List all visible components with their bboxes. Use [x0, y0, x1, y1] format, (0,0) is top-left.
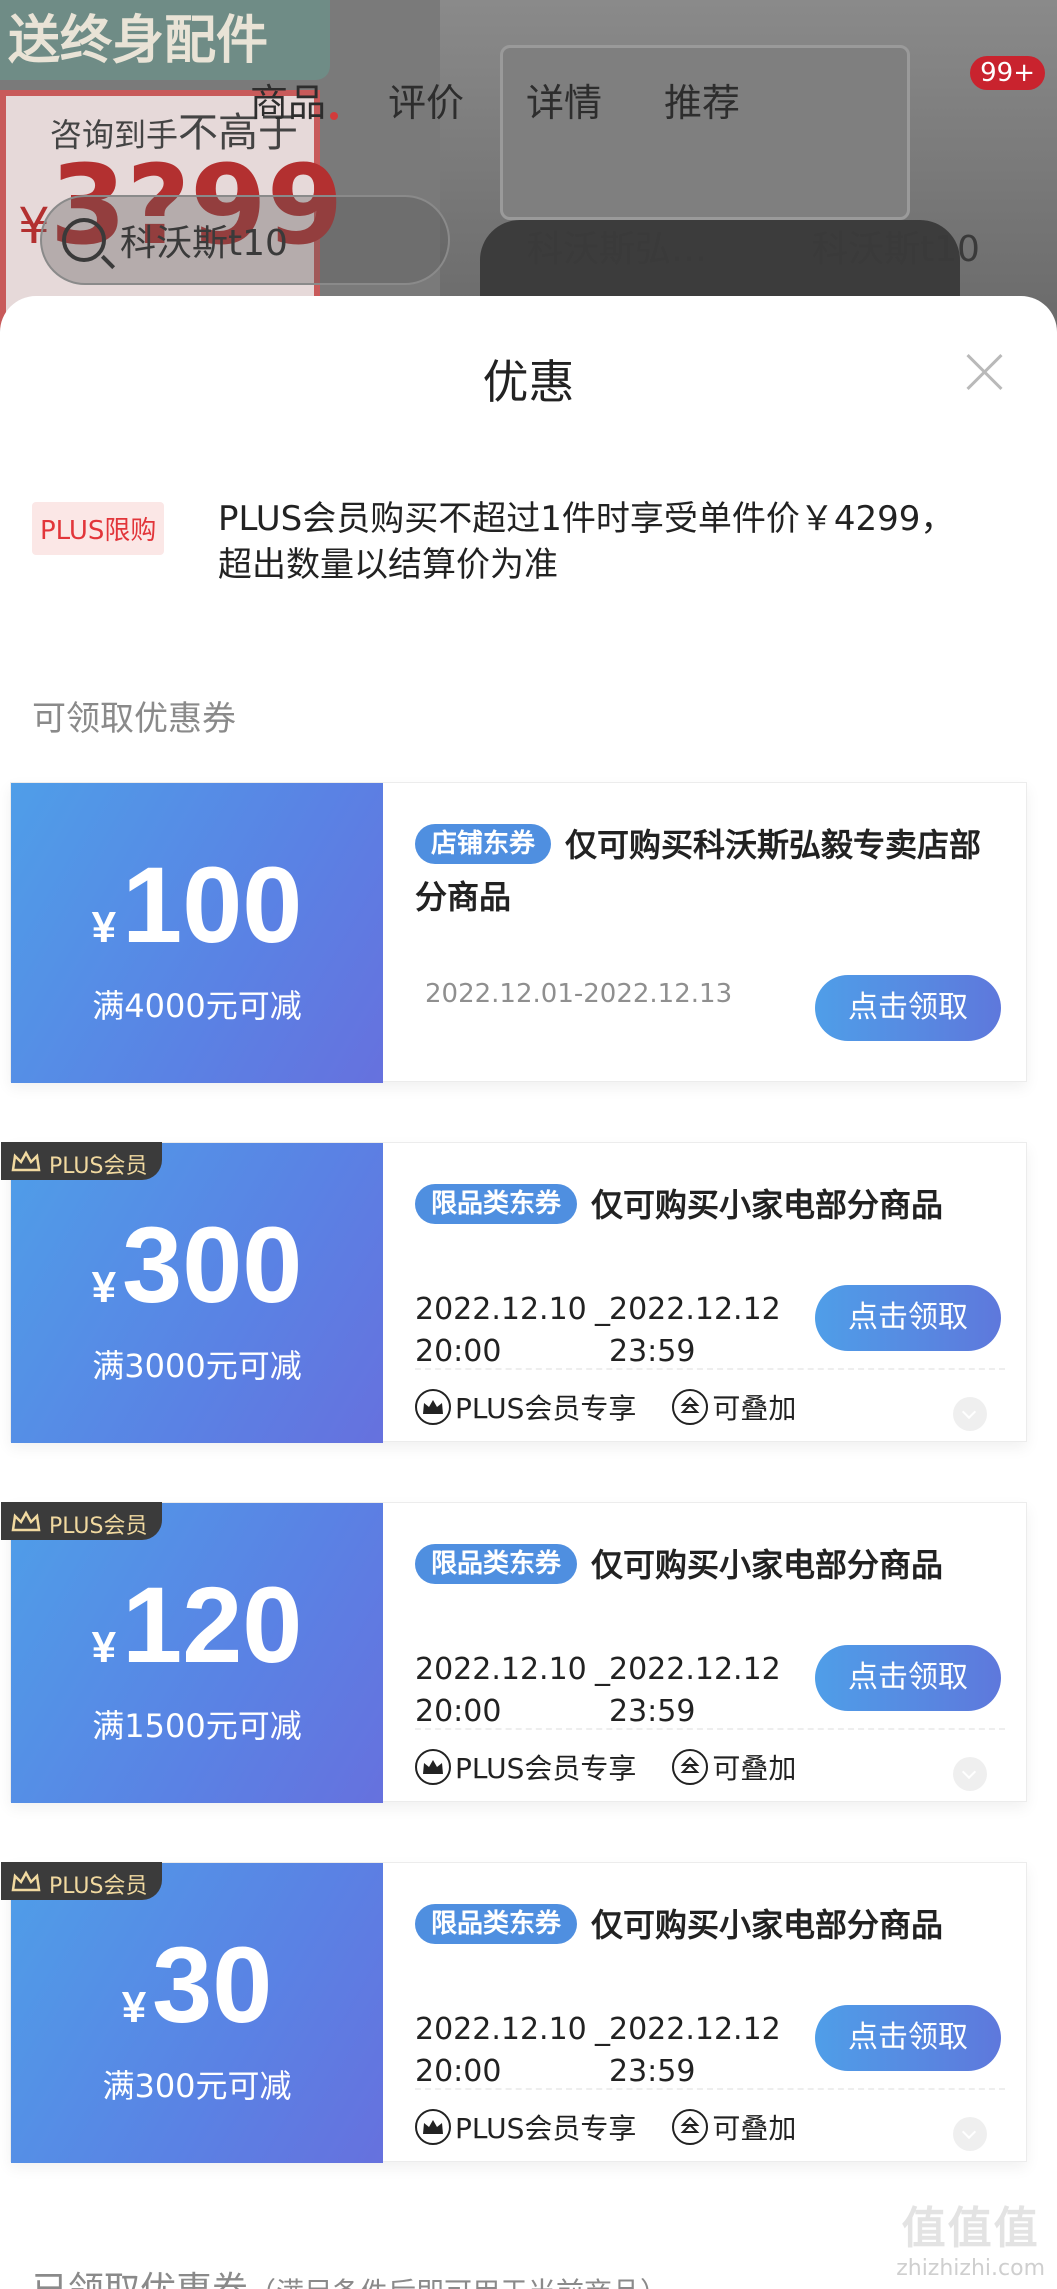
claim-coupon-button[interactable]: 点击领取 — [815, 1285, 1001, 1351]
watermark-site: zhizhizhi.com — [896, 2256, 1045, 2281]
claim-coupon-button[interactable]: 点击领取 — [815, 2005, 1001, 2071]
coupon-meta: PLUS会员专享 可叠加 — [415, 1387, 796, 1427]
coupon-card: PLUS会员 ¥300 满3000元可减 限品类东券 仅可购买小家电部分商品 20… — [1, 1142, 1027, 1443]
crown-icon — [11, 1150, 41, 1172]
coupon-info: 限品类东券 仅可购买小家电部分商品 2022.12.10 20:00_2022.1… — [415, 1503, 1015, 1803]
coupon-type-tag: 店铺东券 — [415, 824, 552, 864]
promo-banner: 送终身配件 — [0, 0, 330, 80]
coupon-card: PLUS会员 ¥120 满1500元可减 限品类东券 仅可购买小家电部分商品 20… — [1, 1502, 1027, 1803]
coupon-valid-dates: 2022.12.10 20:00_2022.12.12 23:59 — [415, 1292, 781, 1369]
coupon-amount: ¥30 — [121, 1924, 273, 2045]
watermark: 值值值 zhizhizhi.com — [896, 2192, 1045, 2281]
plus-exclusive-label: PLUS会员专享 — [455, 1752, 637, 1785]
watermark-logo: 值值值 — [901, 2203, 1040, 2254]
coupon-condition: 满1500元可减 — [92, 1707, 302, 1745]
tab-goods[interactable]: 商品 — [250, 72, 339, 127]
coupon-info: 限品类东券 仅可购买小家电部分商品 2022.12.10 20:00_2022.1… — [415, 1863, 1015, 2163]
product-page-background: 送终身配件 咨询到手不高于 ¥3?99 商品 评价 详情 推荐 99+ 科沃斯t… — [0, 0, 1057, 330]
coupon-value-panel: ¥100 满4000元可减 — [11, 783, 383, 1083]
crown-icon — [415, 2109, 451, 2145]
coupon-meta: PLUS会员专享 可叠加 — [415, 2107, 796, 2147]
search-icon — [62, 218, 106, 262]
coupon-description: 限品类东券 仅可购买小家电部分商品 — [415, 1539, 995, 1591]
sheet-title: 优惠 — [482, 355, 575, 409]
search-text: 科沃斯t10 — [120, 223, 288, 264]
coupon-condition: 满4000元可减 — [92, 987, 302, 1025]
stackable-label: 可叠加 — [712, 1392, 797, 1425]
tab-recommend[interactable]: 推荐 — [664, 72, 740, 127]
coupon-valid-dates: 2022.12.10 20:00_2022.12.12 23:59 — [415, 1652, 781, 1729]
discount-sheet: 优惠 PLUS限购 PLUS会员购买不超过1件时享受单件价￥4299，超出数量以… — [0, 296, 1057, 2289]
stack-icon — [672, 1749, 709, 1785]
crown-icon — [415, 1749, 451, 1785]
coupon-amount: ¥100 — [91, 844, 303, 965]
coupon-condition: 满300元可减 — [102, 2067, 292, 2105]
coupon-value-panel: ¥120 满1500元可减 — [11, 1503, 383, 1803]
plus-exclusive-label: PLUS会员专享 — [455, 1392, 637, 1425]
claim-coupon-button[interactable]: 点击领取 — [815, 1645, 1001, 1711]
section-title-claimed: 已领取优惠券（满足条件后即可用于当前商品） — [32, 2261, 668, 2289]
divider — [415, 1728, 1005, 1730]
plus-member-badge: PLUS会员 — [1, 1862, 162, 1900]
coupon-description: 限品类东券 仅可购买小家电部分商品 — [415, 1899, 995, 1951]
claim-coupon-button[interactable]: 点击领取 — [815, 975, 1001, 1041]
chevron-down-icon[interactable] — [953, 2117, 987, 2151]
plus-limit-tag: PLUS限购 — [32, 502, 165, 555]
divider — [415, 1368, 1005, 1370]
coupon-value-panel: ¥30 满300元可减 — [11, 1863, 383, 2163]
coupon-value-panel: ¥300 满3000元可减 — [11, 1143, 383, 1443]
coupon-card: ¥100 满4000元可减 店铺东券 仅可购买科沃斯弘毅专卖店部分商品 2022.… — [10, 782, 1027, 1083]
plus-exclusive-label: PLUS会员专享 — [455, 2112, 637, 2145]
tab-details[interactable]: 详情 — [526, 72, 602, 127]
coupon-amount: ¥300 — [91, 1204, 303, 1325]
product-image — [440, 0, 1057, 330]
divider — [415, 2088, 1005, 2090]
product-tabs: 商品 评价 详情 推荐 — [250, 72, 740, 127]
coupon-info: 限品类东券 仅可购买小家电部分商品 2022.12.10 20:00_2022.1… — [415, 1143, 1015, 1443]
plus-member-badge: PLUS会员 — [1, 1502, 162, 1540]
chevron-down-icon[interactable] — [953, 1397, 987, 1431]
stackable-label: 可叠加 — [712, 2112, 797, 2145]
search-bar[interactable]: 科沃斯t10 — [40, 195, 450, 285]
crown-icon — [415, 1389, 451, 1425]
crown-icon — [11, 1510, 41, 1532]
coupon-type-tag: 限品类东券 — [415, 1184, 578, 1224]
close-icon[interactable] — [965, 352, 1005, 392]
coupon-amount: ¥120 — [91, 1564, 303, 1685]
message-badge: 99+ — [970, 56, 1045, 90]
coupon-meta: PLUS会员专享 可叠加 — [415, 1747, 796, 1787]
crown-icon — [11, 1870, 41, 1892]
stack-icon — [672, 2109, 709, 2145]
coupon-card: PLUS会员 ¥30 满300元可减 限品类东券 仅可购买小家电部分商品 2022… — [1, 1862, 1027, 2163]
coupon-type-tag: 限品类东券 — [415, 1544, 578, 1584]
stackable-label: 可叠加 — [712, 1752, 797, 1785]
section-title-available: 可领取优惠券 — [32, 699, 236, 739]
stack-icon — [672, 1389, 709, 1425]
coupon-description: 店铺东券 仅可购买科沃斯弘毅专卖店部分商品 — [415, 824, 982, 916]
coupon-condition: 满3000元可减 — [92, 1347, 302, 1385]
tab-reviews[interactable]: 评价 — [388, 72, 464, 127]
plus-member-badge: PLUS会员 — [1, 1142, 162, 1180]
coupon-valid-dates: 2022.12.10 20:00_2022.12.12 23:59 — [415, 2012, 781, 2089]
coupon-description: 限品类东券 仅可购买小家电部分商品 — [415, 1179, 995, 1231]
coupon-valid-dates: 2022.12.01-2022.12.13 — [425, 979, 733, 1009]
search-history-item[interactable]: 科沃斯弘… — [527, 220, 707, 272]
search-history-item[interactable]: 科沃斯t10 — [812, 220, 980, 272]
coupon-info: 店铺东券 仅可购买科沃斯弘毅专卖店部分商品 2022.12.01-2022.12.… — [415, 783, 1015, 1083]
chevron-down-icon[interactable] — [953, 1757, 987, 1791]
plus-limit-text: PLUS会员购买不超过1件时享受单件价￥4299，超出数量以结算价为准 — [218, 499, 955, 585]
coupon-type-tag: 限品类东券 — [415, 1904, 578, 1944]
